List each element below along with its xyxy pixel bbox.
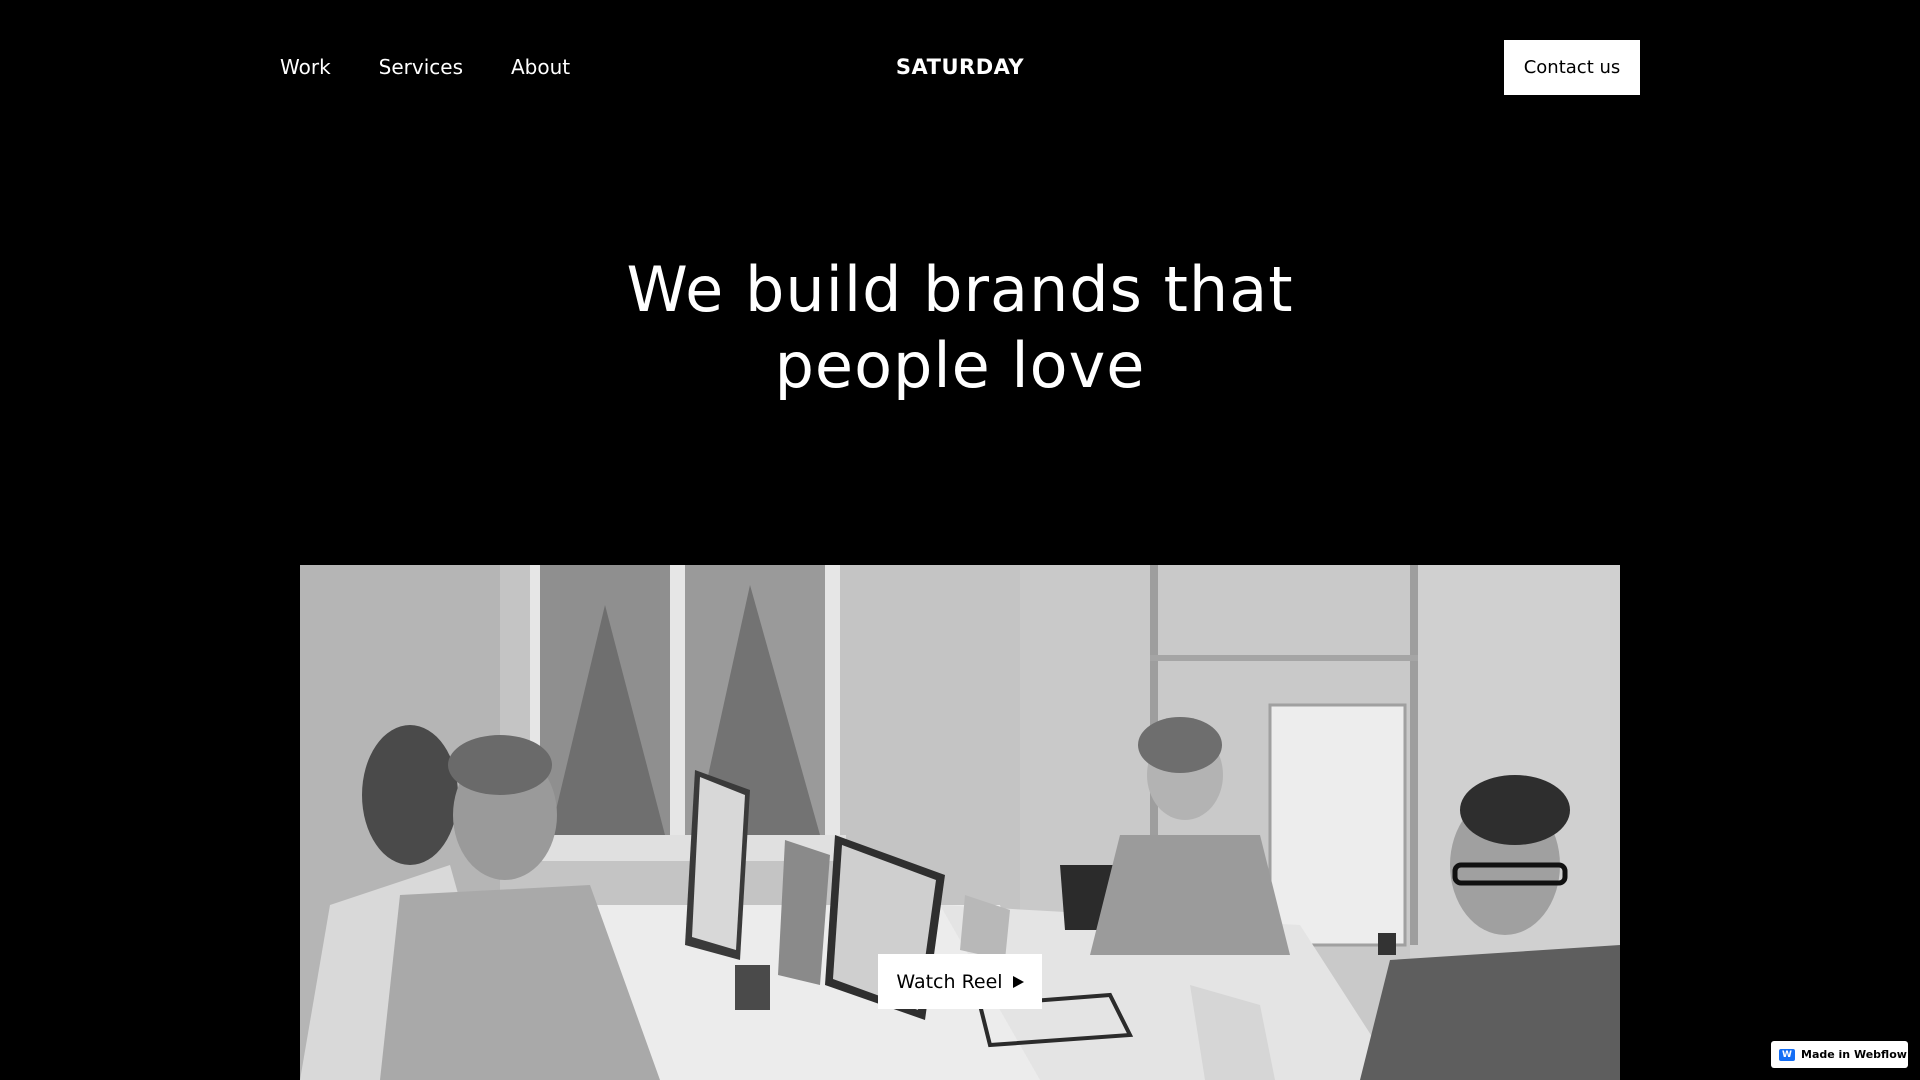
hero-headline: We build brands that people love: [0, 252, 1920, 404]
watch-reel-label: Watch Reel: [896, 970, 1003, 993]
contact-button[interactable]: Contact us: [1504, 40, 1640, 95]
hero-headline-line-2: people love: [774, 329, 1146, 402]
watch-reel-button[interactable]: Watch Reel: [878, 954, 1042, 1009]
nav-link-about[interactable]: About: [511, 52, 570, 82]
site-header: Work Services About SATURDAY Contact us: [0, 0, 1920, 135]
webflow-logo-icon: W: [1779, 1048, 1795, 1061]
webflow-badge-label: Made in Webflow: [1801, 1048, 1907, 1061]
made-in-webflow-badge[interactable]: W Made in Webflow: [1771, 1041, 1908, 1068]
nav-link-services[interactable]: Services: [379, 52, 463, 82]
play-icon: [1012, 975, 1024, 988]
main-nav: Work Services About: [280, 52, 570, 82]
nav-link-work[interactable]: Work: [280, 52, 331, 82]
hero-headline-line-1: We build brands that: [626, 253, 1294, 326]
